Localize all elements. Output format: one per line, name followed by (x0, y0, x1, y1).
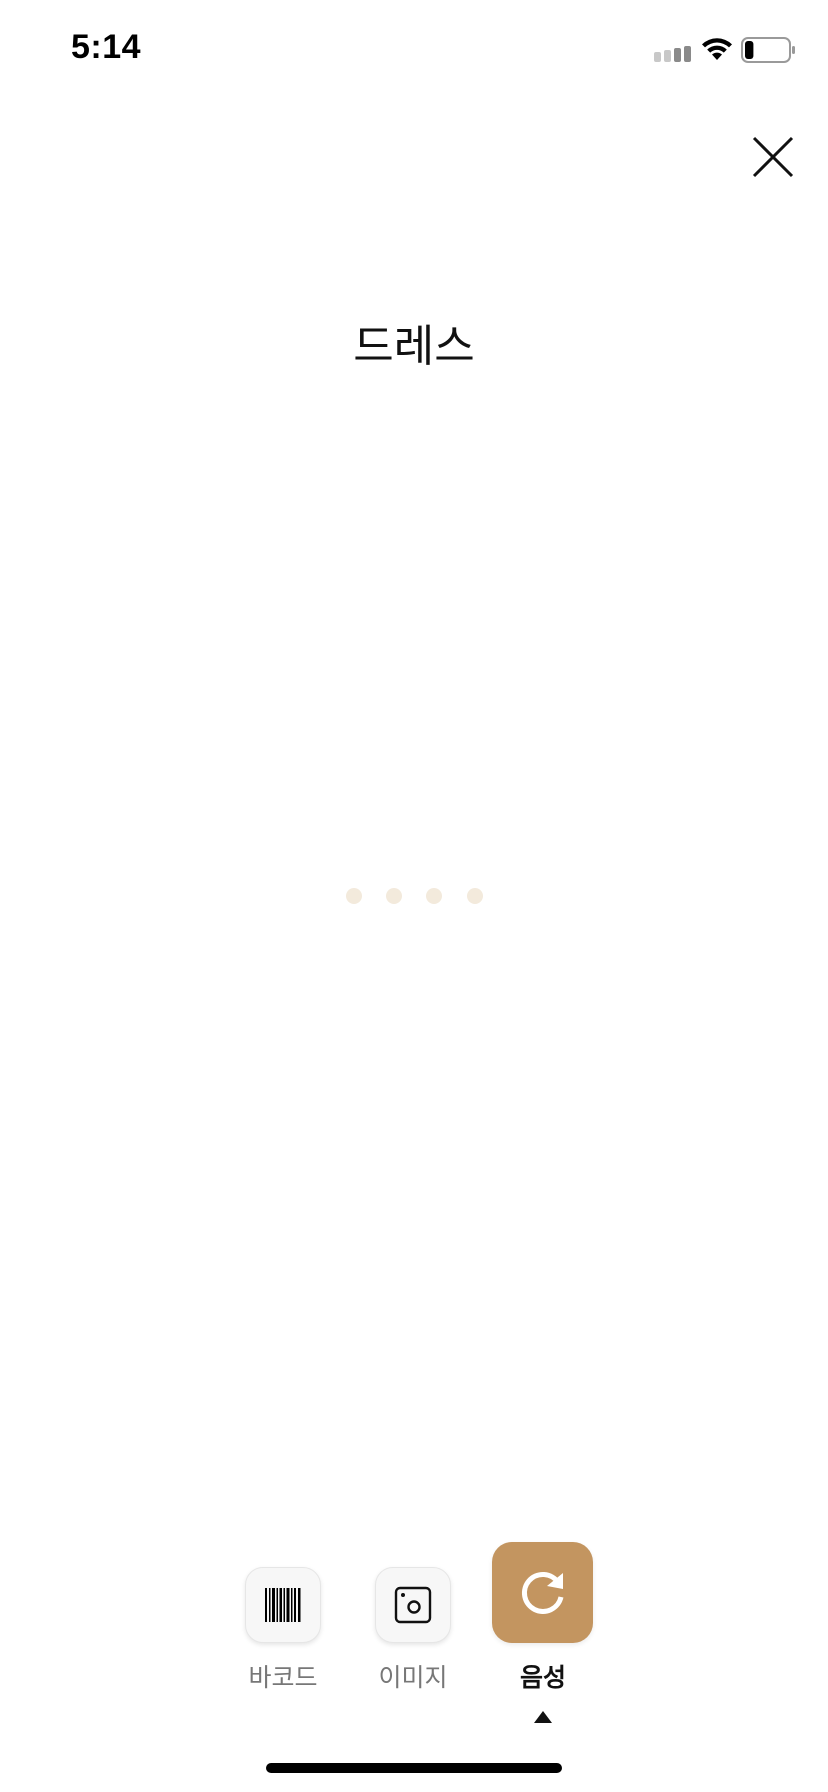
mode-image-label[interactable]: 이미지 (353, 1658, 473, 1694)
listening-dot (426, 888, 442, 904)
mode-barcode-label[interactable]: 바코드 (223, 1658, 343, 1694)
listening-dot (346, 888, 362, 904)
image-camera-icon (394, 1586, 432, 1624)
voice-retry-button[interactable] (492, 1542, 593, 1643)
listening-dot (467, 888, 483, 904)
mode-voice-label[interactable]: 음성 (483, 1658, 603, 1694)
selected-mode-indicator-icon (534, 1711, 552, 1723)
close-icon (752, 136, 794, 178)
status-time: 5:14 (71, 28, 142, 66)
cellular-signal-icon (654, 46, 691, 62)
listening-indicator (346, 888, 486, 904)
voice-search-screen: 5:14 드레스 바코드 이미지 음성 (0, 0, 828, 1792)
refresh-icon (521, 1571, 563, 1614)
wifi-icon (702, 38, 732, 60)
battery-icon (741, 37, 795, 63)
barcode-tile[interactable] (245, 1567, 321, 1643)
image-tile[interactable] (375, 1567, 451, 1643)
listening-dot (386, 888, 402, 904)
home-indicator[interactable] (266, 1763, 562, 1773)
close-button[interactable] (752, 136, 794, 178)
battery-level-fill (745, 41, 754, 59)
barcode-icon (265, 1588, 301, 1622)
recognized-speech-text: 드레스 (353, 321, 475, 372)
